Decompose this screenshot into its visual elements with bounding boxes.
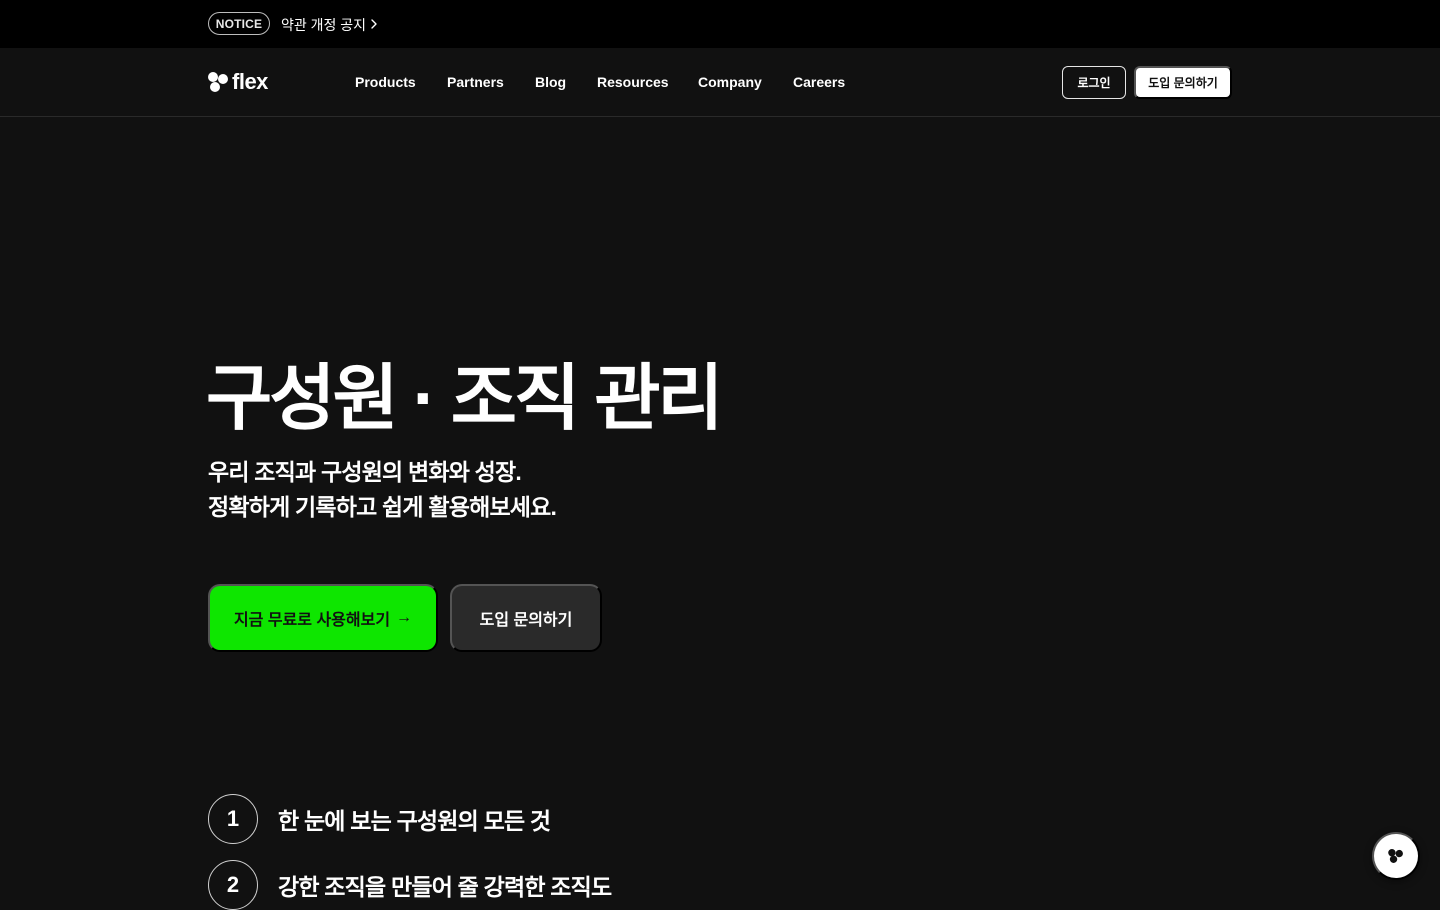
free-trial-button[interactable]: 지금 무료로 사용해보기 →: [208, 584, 438, 652]
free-trial-label: 지금 무료로 사용해보기: [233, 612, 391, 629]
nav-item-company[interactable]: Company: [698, 74, 762, 90]
feature-item[interactable]: 1 한 눈에 보는 구성원의 모든 것: [208, 794, 551, 844]
login-button[interactable]: 로그인: [1062, 66, 1126, 99]
nav-item-partners[interactable]: Partners: [447, 74, 504, 90]
flex-logo[interactable]: flex: [207, 69, 268, 94]
nav-item-resources[interactable]: Resources: [597, 74, 669, 90]
chat-fab-button[interactable]: [1372, 832, 1420, 880]
arrow-right-icon: →: [396, 609, 413, 626]
notice-link[interactable]: 약관 개정 공지: [281, 15, 366, 35]
hero-subtitle-line-1: 우리 조직과 구성원의 변화와 성장.: [208, 459, 522, 485]
notice-bar: NOTICE 약관 개정 공지: [0, 0, 1440, 48]
feature-title: 한 눈에 보는 구성원의 모든 것: [278, 808, 551, 834]
feature-number: 2: [208, 860, 258, 910]
logo-wordmark: flex: [232, 69, 268, 94]
flex-logo-icon: [1388, 849, 1403, 863]
flex-logo-icon: [208, 72, 228, 92]
notice-badge: NOTICE: [208, 12, 270, 35]
hero-title: 구성원 · 조직 관리: [206, 359, 724, 439]
nav-item-products[interactable]: Products: [355, 74, 416, 90]
inquiry-button-header[interactable]: 도입 문의하기: [1134, 66, 1232, 99]
chevron-right-icon[interactable]: [368, 17, 380, 31]
inquiry-button-hero[interactable]: 도입 문의하기: [450, 584, 602, 652]
main-navbar: flex Products Partners Blog Resources Co…: [0, 48, 1440, 117]
feature-number: 1: [208, 794, 258, 844]
feature-item[interactable]: 2 강한 조직을 만들어 줄 강력한 조직도: [208, 860, 612, 910]
feature-title: 강한 조직을 만들어 줄 강력한 조직도: [278, 874, 612, 900]
hero-subtitle-line-2: 정확하게 기록하고 쉽게 활용해보세요.: [208, 494, 557, 520]
hero-subtitle: 우리 조직과 구성원의 변화와 성장. 정확하게 기록하고 쉽게 활용해보세요.: [208, 455, 557, 525]
nav-item-careers[interactable]: Careers: [793, 74, 845, 90]
nav-item-blog[interactable]: Blog: [535, 74, 566, 90]
